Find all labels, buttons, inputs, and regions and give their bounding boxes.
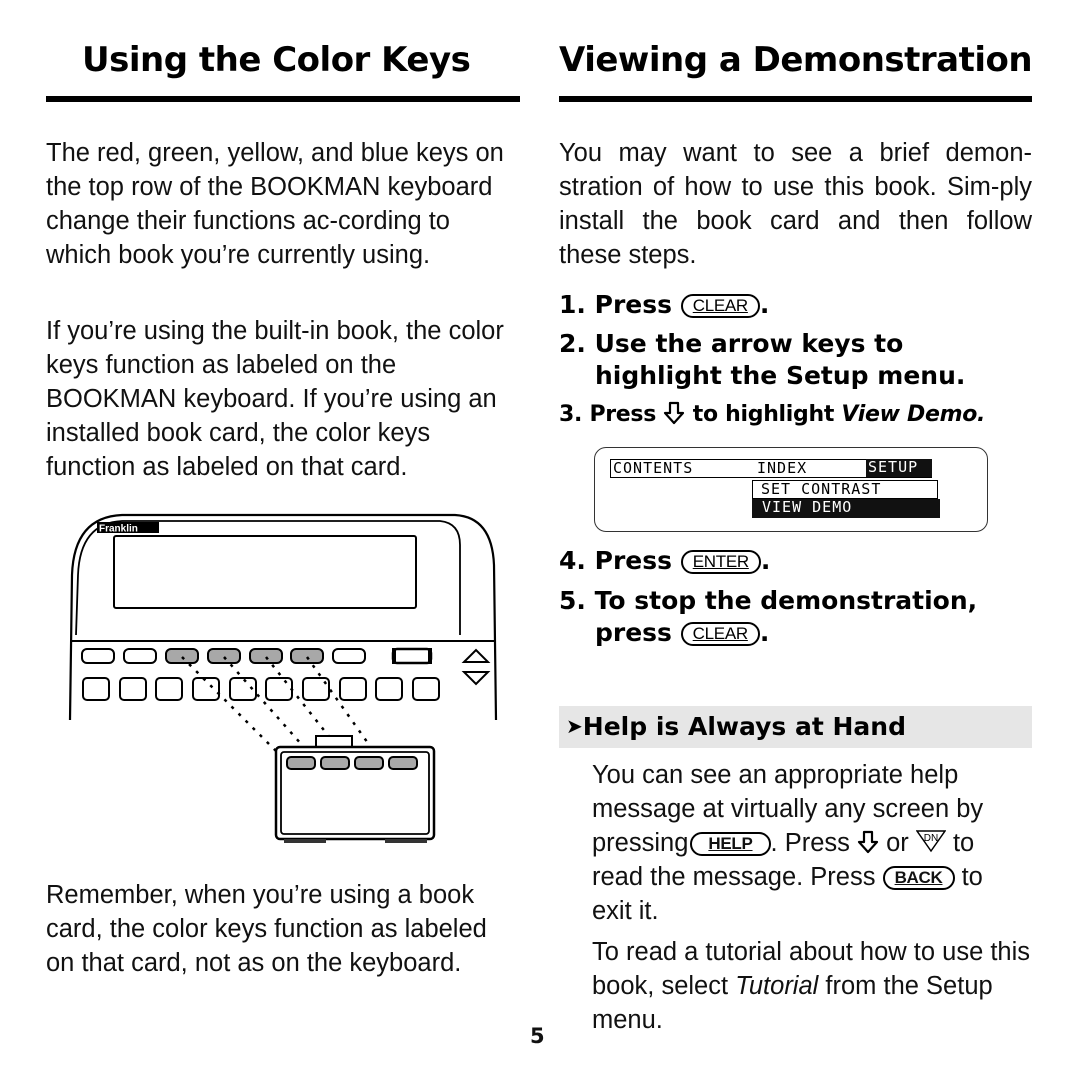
step-text: Press — [594, 290, 672, 319]
step-number: 5. — [559, 586, 586, 615]
bookman-device-illustration: Franklin — [68, 513, 498, 843]
clear-key: CLEAR — [680, 294, 760, 318]
help-text-line: message at virtually any screen by — [592, 795, 984, 823]
lcd-item-set-contrast: SET CONTRAST — [752, 480, 938, 499]
help-text: . Press — [770, 829, 850, 857]
brand-label: Franklin — [99, 524, 138, 535]
section-title-color-keys: Using the Color Keys — [82, 40, 471, 80]
help-paragraph-1: You can see an appropriate help message … — [592, 758, 1032, 928]
lcd-menu-index: INDEX — [757, 459, 808, 477]
step-3: 3. Press to highlight View Demo. — [559, 399, 985, 431]
dn-key-icon: DN — [915, 830, 947, 853]
color-keys-paragraph-3: Remember, when you’re using a book card,… — [46, 881, 487, 977]
device-screen — [113, 535, 417, 609]
device-top-row-keys — [81, 647, 433, 665]
enter-key: ENTER — [680, 550, 761, 574]
step-number: 2. — [559, 329, 586, 358]
franklin-logo: Franklin — [97, 522, 159, 535]
step-4: 4. Press ENTER. — [559, 545, 770, 577]
arrow-bullet-icon: ➤ — [566, 714, 583, 738]
step-number: 1. — [559, 290, 586, 319]
step-number: 4. — [559, 546, 586, 575]
lcd-item-view-demo: VIEW DEMO — [752, 499, 940, 518]
help-text: or — [886, 829, 909, 857]
step-text: Press — [594, 546, 672, 575]
step-number: 3. — [559, 402, 583, 427]
step-period: . — [759, 618, 770, 647]
down-arrow-key-icon — [461, 671, 491, 686]
step-2: 2. Use the arrow keys to highlight the S… — [559, 328, 965, 392]
step-text: to highlight — [692, 402, 835, 427]
clear-key: CLEAR — [680, 622, 760, 646]
lcd-menu-setup: SETUP — [866, 459, 932, 477]
callout-title-text: Help is Always at Hand — [582, 712, 906, 741]
help-text-line: You can see an appropriate help — [592, 761, 959, 789]
color-key-yellow — [249, 648, 283, 664]
color-key-green — [207, 648, 241, 664]
step-text: Press — [589, 402, 657, 427]
step-text: press — [595, 618, 672, 647]
help-key: HELP — [690, 832, 771, 856]
step-period: . — [760, 546, 771, 575]
tutorial-label: Tutorial — [735, 972, 819, 1000]
help-paragraph-2: To read a tutorial about how to use this… — [592, 935, 1032, 1037]
down-arrow-icon — [857, 830, 879, 854]
up-arrow-key-icon — [461, 648, 491, 663]
title-rule-left — [46, 96, 520, 102]
book-card — [274, 735, 436, 843]
dn-key-label: DN — [924, 833, 938, 844]
view-demo-label: View Demo. — [841, 402, 986, 427]
step-1: 1. Press CLEAR. — [559, 289, 769, 321]
color-keys-paragraph-1: The red, green, yellow, and blue keys on… — [46, 139, 504, 269]
back-key: BACK — [882, 866, 955, 890]
help-text-line: exit it. — [592, 897, 659, 925]
color-key-red — [165, 648, 199, 664]
page-number: 5 — [530, 1024, 545, 1048]
help-text: to — [952, 829, 975, 857]
help-text: to — [961, 863, 983, 891]
step-5: 5. To stop the demonstration, press CLEA… — [559, 585, 977, 649]
help-text: read the message. Press — [592, 863, 876, 891]
step-text: To stop the demonstration, — [594, 586, 978, 615]
step-text: Use the arrow keys to — [594, 329, 904, 358]
step-period: . — [759, 290, 770, 319]
color-keys-paragraph-2: If you’re using the built-in book, the c… — [46, 317, 504, 481]
section-title-demonstration: Viewing a Demonstration — [559, 40, 1033, 80]
title-rule-right — [559, 96, 1032, 102]
step-text-line2: highlight the Setup menu. — [595, 361, 966, 390]
down-arrow-icon — [664, 401, 685, 425]
demonstration-intro: You may want to see a brief demon-strati… — [559, 139, 1032, 269]
help-text: pressing — [592, 829, 689, 857]
lcd-menu-contents: CONTENTS — [613, 459, 694, 477]
color-key-blue — [290, 648, 324, 664]
help-callout-title: ➤Help is Always at Hand — [566, 710, 906, 743]
device-second-row-keys — [82, 677, 440, 701]
